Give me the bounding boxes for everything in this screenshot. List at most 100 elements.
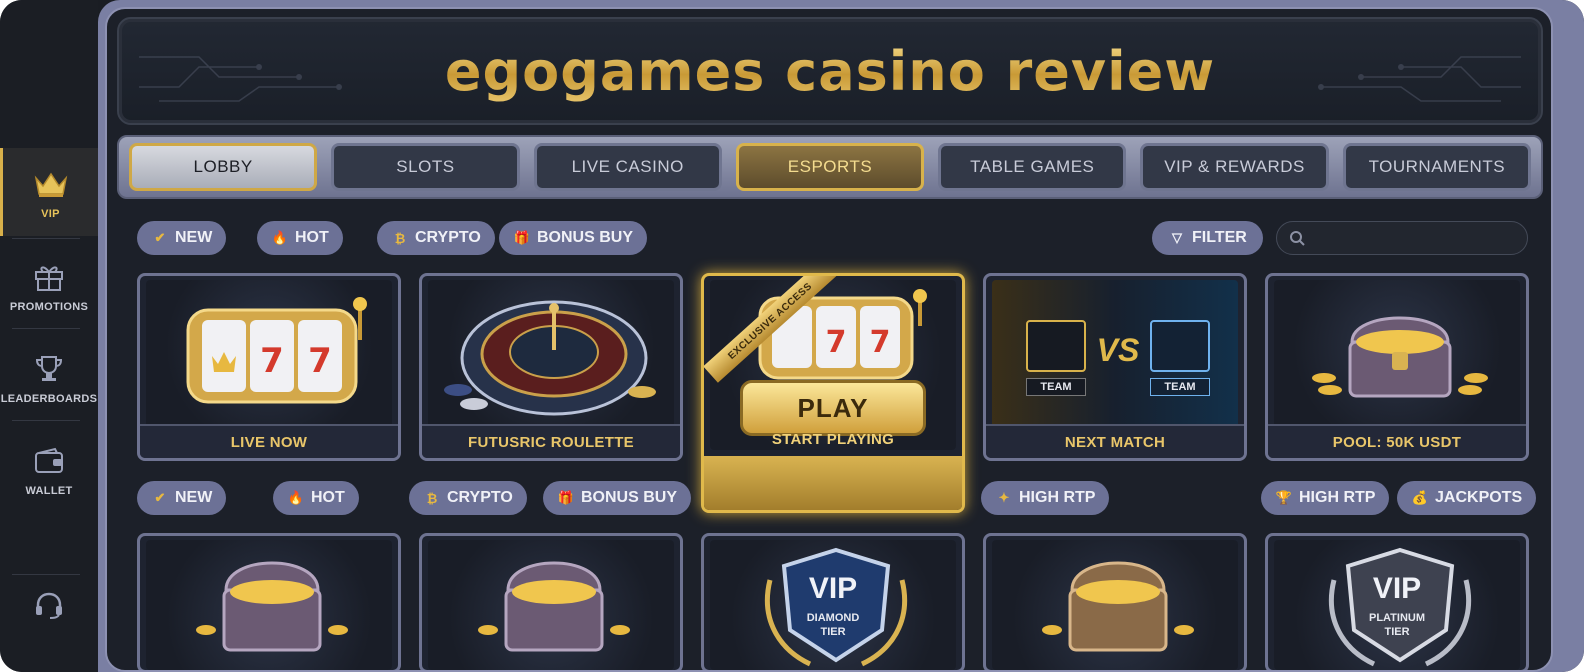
main-panel: egogames casino review LOBBY SLOTS LIVE … bbox=[98, 0, 1584, 672]
sidebar-item-label: LEADERBOARDS bbox=[0, 393, 98, 405]
support-button[interactable] bbox=[0, 588, 98, 628]
sidebar-item-label: PROMOTIONS bbox=[9, 301, 89, 313]
divider bbox=[12, 420, 80, 421]
sidebar-item-label: VIP bbox=[41, 208, 60, 220]
sidebar-item-vip[interactable]: VIP bbox=[0, 148, 98, 236]
tab-table-games[interactable]: TABLE GAMES bbox=[938, 143, 1127, 191]
game-card-roulette[interactable]: FUTUSRIC ROULETTE bbox=[419, 273, 683, 461]
gift-icon: 🎁 bbox=[557, 490, 575, 505]
team-logo-icon bbox=[1150, 320, 1210, 372]
sidebar-item-leaderboards[interactable]: LEADERBOARDS bbox=[0, 336, 98, 418]
gift-icon: 🎁 bbox=[513, 230, 531, 245]
treasure-chest-image bbox=[992, 540, 1238, 670]
tab-vip-rewards[interactable]: VIP & REWARDS bbox=[1140, 143, 1329, 191]
divider bbox=[12, 328, 80, 329]
chip-label: BONUS BUY bbox=[581, 489, 678, 506]
game-card-live-now[interactable]: 7 7 LIVE NOW bbox=[137, 273, 401, 461]
tier-label: DIAMOND bbox=[806, 612, 860, 624]
tab-tournaments[interactable]: TOURNAMENTS bbox=[1342, 143, 1531, 191]
sidebar-item-promotions[interactable]: PROMOTIONS bbox=[0, 244, 98, 326]
tier-label: PLATINUM bbox=[1368, 612, 1425, 624]
team-name: TEAM bbox=[1026, 378, 1086, 396]
chip-label: HIGH RTP bbox=[1299, 489, 1376, 506]
chip-label: BONUS BUY bbox=[537, 229, 634, 246]
filter-chip-hot[interactable]: 🔥 HOT bbox=[273, 481, 359, 515]
search-input[interactable] bbox=[1313, 230, 1513, 246]
divider bbox=[12, 238, 80, 239]
crown-icon bbox=[31, 164, 71, 204]
chip-label: JACKPOTS bbox=[1435, 489, 1523, 506]
money-bag-icon: 💰 bbox=[1411, 490, 1429, 505]
app-window: VIP PROMOTIONS LEADERBOARDS WALLET egoga… bbox=[0, 0, 1584, 672]
trophy-icon bbox=[29, 349, 69, 389]
tier-label: TIER bbox=[1384, 626, 1410, 638]
game-card[interactable] bbox=[419, 533, 683, 670]
treasure-chest-image bbox=[428, 540, 674, 670]
search-icon bbox=[1290, 231, 1305, 246]
card-footer bbox=[704, 456, 962, 510]
svg-text:7: 7 bbox=[870, 325, 891, 360]
chip-label: CRYPTO bbox=[415, 229, 481, 246]
headset-icon bbox=[29, 588, 69, 624]
filter-button-label: FILTER bbox=[1192, 229, 1247, 246]
team-name: TEAM bbox=[1150, 378, 1210, 396]
chip-label: HOT bbox=[311, 489, 345, 506]
check-badge-icon: ✔ bbox=[154, 490, 166, 505]
tab-live-casino[interactable]: LIVE CASINO bbox=[533, 143, 722, 191]
ticket-icon: ✦ bbox=[998, 490, 1010, 505]
chip-label: NEW bbox=[175, 489, 213, 506]
sidebar-item-wallet[interactable]: WALLET bbox=[0, 428, 98, 510]
tab-slots[interactable]: SLOTS bbox=[331, 143, 520, 191]
tier-label: TIER bbox=[820, 626, 846, 638]
game-card[interactable] bbox=[137, 533, 401, 670]
chip-label: HIGH RTP bbox=[1019, 489, 1096, 506]
team-vs-image: TEAM VS TEAM bbox=[992, 280, 1238, 428]
svg-text:7: 7 bbox=[260, 341, 284, 381]
filter-chip-new[interactable]: ✔ NEW bbox=[137, 481, 227, 515]
filter-chip-high-rtp[interactable]: ✦ HIGH RTP bbox=[981, 481, 1110, 515]
trophy-icon: 🏆 bbox=[1275, 490, 1293, 505]
sidebar-item-label: WALLET bbox=[25, 485, 73, 497]
card-title: FUTUSRIC ROULETTE bbox=[422, 424, 680, 458]
game-card[interactable] bbox=[983, 533, 1247, 670]
search-box[interactable] bbox=[1276, 221, 1528, 255]
filter-chip-jackpots[interactable]: 💰 JACKPOTS bbox=[1397, 481, 1537, 515]
card-title: NEXT MATCH bbox=[986, 424, 1244, 458]
filter-button[interactable]: ▽ FILTER bbox=[1152, 221, 1263, 255]
filter-chip-crypto[interactable]: ₿ CRYPTO bbox=[409, 481, 527, 515]
tab-esports[interactable]: ESPORTS bbox=[735, 143, 925, 191]
filter-chip-bonus-buy[interactable]: 🎁 BONUS BUY bbox=[499, 221, 648, 255]
funnel-icon: ▽ bbox=[1172, 230, 1182, 245]
divider bbox=[12, 574, 80, 575]
page-title: egogames casino review bbox=[444, 39, 1216, 103]
filter-chip-hot[interactable]: 🔥 HOT bbox=[257, 221, 343, 255]
team-logo-icon bbox=[1026, 320, 1086, 372]
wallet-icon bbox=[29, 441, 69, 481]
vip-diamond-card[interactable]: VIP DIAMOND TIER bbox=[701, 533, 965, 670]
filter-chip-crypto[interactable]: ₿ CRYPTO bbox=[377, 221, 495, 255]
sidebar: VIP PROMOTIONS LEADERBOARDS WALLET bbox=[0, 0, 98, 672]
game-card-featured[interactable]: 7 7 EXCLUSIVE ACCESS PLAY START PLAYING bbox=[701, 273, 965, 513]
hero-banner: egogames casino review bbox=[117, 17, 1543, 125]
vip-platinum-card[interactable]: VIP PLATINUM TIER bbox=[1265, 533, 1529, 670]
game-card-next-match[interactable]: TEAM VS TEAM NEXT MATCH bbox=[983, 273, 1247, 461]
card-title: POOL: 50K USDT bbox=[1268, 424, 1526, 458]
filter-chip-bonus-buy[interactable]: 🎁 BONUS BUY bbox=[543, 481, 692, 515]
vip-label: VIP bbox=[1372, 572, 1422, 605]
card-title: LIVE NOW bbox=[140, 424, 398, 458]
card-title: START PLAYING bbox=[771, 430, 895, 448]
svg-text:7: 7 bbox=[826, 325, 847, 360]
flame-icon: 🔥 bbox=[287, 490, 305, 505]
versus-label: VS bbox=[1096, 332, 1140, 368]
bitcoin-icon: ₿ bbox=[394, 230, 406, 246]
slot-machine-image: 7 7 bbox=[146, 280, 392, 428]
game-card-jackpot-pool[interactable]: POOL: 50K USDT bbox=[1265, 273, 1529, 461]
chip-label: NEW bbox=[175, 229, 213, 246]
tab-lobby[interactable]: LOBBY bbox=[129, 143, 318, 191]
filter-chip-new[interactable]: ✔ NEW bbox=[137, 221, 227, 255]
filter-chip-high-rtp-trophy[interactable]: 🏆 HIGH RTP bbox=[1261, 481, 1390, 515]
bitcoin-icon: ₿ bbox=[426, 490, 438, 506]
svg-text:7: 7 bbox=[308, 341, 332, 381]
chip-label: CRYPTO bbox=[447, 489, 513, 506]
vip-label: VIP bbox=[808, 572, 858, 605]
